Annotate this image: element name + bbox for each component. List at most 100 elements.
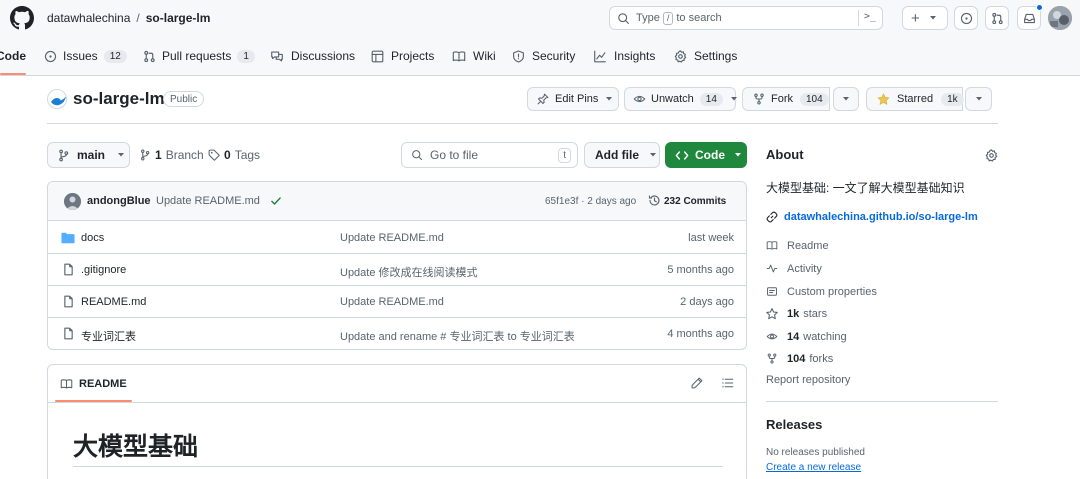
- chevron-down-icon: [649, 152, 657, 158]
- watching-label: watching: [803, 330, 847, 343]
- tab-pull-requests[interactable]: Pull requests 1: [143, 44, 255, 68]
- branches-link[interactable]: 1 Branch: [140, 147, 204, 163]
- file-name[interactable]: .gitignore: [81, 264, 126, 276]
- report-repository-link[interactable]: Report repository: [766, 374, 850, 386]
- tab-wiki[interactable]: Wiki: [452, 44, 496, 68]
- stars-link[interactable]: 1k stars: [766, 306, 827, 321]
- chevron-down-icon: [842, 96, 850, 102]
- pull-requests-icon-button[interactable]: [985, 6, 1009, 30]
- commits-count-link[interactable]: 232 Commits: [664, 196, 726, 207]
- file-commit-message[interactable]: Update README.md: [340, 296, 444, 308]
- tab-readme[interactable]: README: [60, 376, 127, 392]
- file-row[interactable]: 专业词汇表 Update and rename # 专业词汇表 to 专业词汇表…: [48, 318, 746, 349]
- tab-insights[interactable]: Insights: [593, 44, 655, 68]
- inbox-icon-button[interactable]: [1017, 4, 1043, 30]
- fork-button[interactable]: Fork 104: [742, 87, 830, 111]
- file-name[interactable]: docs: [81, 232, 104, 244]
- watching-link[interactable]: 14 watching: [766, 329, 847, 344]
- tab-discussions[interactable]: Discussions: [270, 44, 355, 68]
- tags-link[interactable]: 0 Tags: [208, 147, 260, 163]
- author-avatar[interactable]: [64, 193, 81, 210]
- releases-title[interactable]: Releases: [766, 417, 822, 432]
- github-logo-icon[interactable]: [10, 6, 34, 30]
- breadcrumb-repo[interactable]: so-large-lm: [146, 11, 211, 25]
- file-commit-message[interactable]: Update and rename # 专业词汇表 to 专业词汇表: [340, 328, 575, 344]
- tags-count: 0: [224, 148, 231, 162]
- watch-count-badge: 14: [699, 92, 723, 106]
- breadcrumb-separator: /: [136, 11, 140, 25]
- commit-message[interactable]: Update README.md: [156, 195, 260, 207]
- commit-meta[interactable]: 65f1e3f · 2 days ago: [545, 196, 636, 207]
- visibility-badge: Public: [163, 91, 205, 107]
- readme-header: README: [48, 365, 746, 403]
- file-name[interactable]: README.md: [81, 296, 146, 308]
- folder-icon: [61, 232, 75, 244]
- command-palette-icon[interactable]: >_: [864, 11, 876, 22]
- file-name[interactable]: 专业词汇表: [81, 328, 136, 344]
- tab-settings[interactable]: Settings: [674, 44, 737, 68]
- branch-icon: [140, 149, 150, 161]
- file-icon: [63, 263, 74, 276]
- star-dropdown-button[interactable]: [965, 87, 992, 111]
- tab-code-label: Code: [0, 49, 26, 63]
- code-button[interactable]: Code: [665, 142, 747, 168]
- file-commit-message[interactable]: Update README.md: [340, 232, 444, 244]
- branch-name: main: [77, 148, 106, 162]
- custom-properties-link[interactable]: Custom properties: [766, 284, 877, 299]
- stars-label: stars: [803, 307, 828, 320]
- fork-count-badge: 104: [800, 92, 829, 106]
- tab-projects-label: Projects: [391, 49, 435, 63]
- go-to-file-placeholder: Go to file: [430, 148, 479, 162]
- add-file-button[interactable]: Add file: [584, 142, 660, 168]
- fork-icon: [766, 353, 778, 364]
- about-settings-gear-icon[interactable]: [985, 149, 998, 162]
- tab-settings-label: Settings: [694, 49, 738, 63]
- tab-code[interactable]: Code: [0, 44, 26, 68]
- branch-icon: [58, 149, 69, 162]
- latest-commit-bar: andongBlue Update README.md 65f1e3f · 2 …: [48, 182, 746, 221]
- commit-author[interactable]: andongBlue: [87, 195, 151, 207]
- starred-button[interactable]: Starred 1k: [866, 87, 964, 111]
- go-to-file-input[interactable]: Go to file t: [401, 142, 578, 168]
- file-row[interactable]: .gitignore Update 修改成在线阅读模式 5 months ago: [48, 254, 746, 286]
- file-commit-time: last week: [688, 232, 734, 244]
- pin-icon: [537, 93, 549, 105]
- tab-issues[interactable]: Issues 12: [44, 44, 127, 68]
- search-input[interactable]: Type / to search >_: [609, 6, 883, 30]
- issues-icon-button[interactable]: [954, 6, 978, 30]
- stars-count: 1k: [787, 307, 800, 320]
- activity-link[interactable]: Activity: [766, 261, 822, 276]
- readme-link[interactable]: Readme: [766, 238, 829, 253]
- avatar[interactable]: [1048, 6, 1072, 30]
- branch-select-button[interactable]: main: [47, 142, 130, 168]
- unwatch-button[interactable]: Unwatch 14: [624, 87, 738, 111]
- file-row[interactable]: docs Update README.md last week: [48, 222, 746, 254]
- issues-count-badge: 12: [103, 49, 127, 63]
- outline-list-icon[interactable]: [721, 377, 734, 389]
- star-icon: [766, 307, 778, 320]
- edit-pins-button[interactable]: Edit Pins: [527, 87, 619, 111]
- file-commit-time: 5 months ago: [667, 264, 734, 276]
- create-new-button[interactable]: +: [902, 6, 948, 30]
- chevron-down-icon: [730, 96, 738, 102]
- note-icon: [766, 286, 778, 297]
- breadcrumb-owner[interactable]: datawhalechina: [47, 11, 130, 25]
- repo-name-heading[interactable]: so-large-lm: [73, 89, 165, 109]
- file-commit-message[interactable]: Update 修改成在线阅读模式: [340, 264, 478, 280]
- create-release-link[interactable]: Create a new release: [766, 462, 861, 473]
- file-commit-time: 4 months ago: [667, 328, 734, 340]
- file-row[interactable]: README.md Update README.md 2 days ago: [48, 286, 746, 318]
- forks-link[interactable]: 104 forks: [766, 351, 833, 366]
- readme-tab-label: README: [79, 378, 127, 390]
- check-icon: [270, 195, 282, 207]
- homepage-link[interactable]: datawhalechina.github.io/so-large-lm: [766, 209, 978, 225]
- pencil-icon[interactable]: [691, 377, 703, 389]
- search-shortcut-key: /: [662, 11, 674, 25]
- homepage-url: datawhalechina.github.io/so-large-lm: [784, 211, 978, 223]
- tab-projects[interactable]: Projects: [371, 44, 434, 68]
- pull-requests-count-badge: 1: [237, 49, 255, 63]
- fork-dropdown-button[interactable]: [833, 87, 859, 111]
- tab-security[interactable]: Security: [512, 44, 575, 68]
- sidebar-divider: [766, 401, 998, 402]
- discussions-icon: [270, 50, 284, 63]
